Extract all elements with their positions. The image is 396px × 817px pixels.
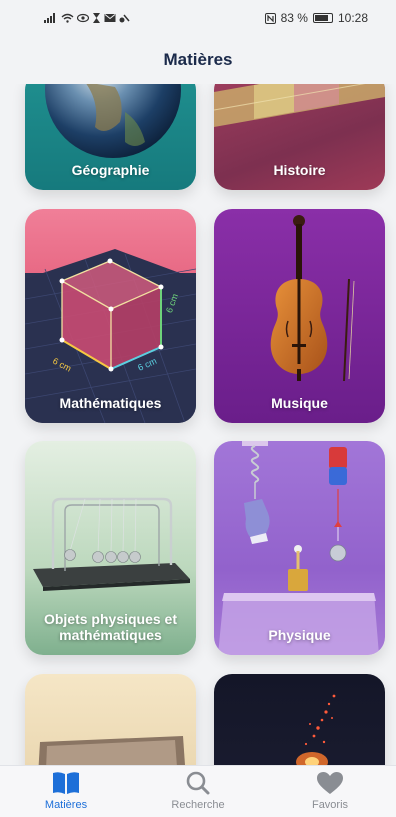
tab-label: Matières [44, 799, 88, 811]
subject-card-partial-left[interactable] [25, 674, 196, 765]
subjects-grid[interactable]: Géographie Histoire 6 cm 6 cm 6 cm Mathé… [0, 84, 396, 765]
status-bar: 83 % 10:28 [0, 0, 396, 36]
tab-label: Recherche [171, 799, 225, 811]
book-illustration [38, 736, 185, 765]
physics-illustration [218, 441, 379, 655]
subject-label: Géographie [71, 162, 150, 178]
subject-label: Objets physiques et mathématiques [43, 611, 178, 643]
subject-card-objets-physiques[interactable]: Objets physiques et mathématiques [25, 441, 196, 655]
tab-favoris[interactable]: Favoris [275, 770, 385, 811]
battery-icon [312, 13, 333, 23]
search-icon [186, 771, 210, 795]
notification-icon [119, 14, 130, 23]
heart-icon [317, 772, 343, 794]
subject-card-musique[interactable]: Musique [214, 209, 385, 423]
nfc-icon [264, 12, 276, 24]
cube-illustration: 6 cm 6 cm 6 cm [25, 249, 196, 423]
subject-card-physique[interactable]: Physique [214, 441, 385, 655]
status-right: 83 % 10:28 [264, 11, 368, 25]
page-title: Matières [163, 50, 233, 69]
hourglass-icon [93, 13, 100, 23]
tab-bar: Matières Recherche Favoris [0, 765, 396, 817]
subject-card-geographie[interactable]: Géographie [25, 84, 196, 190]
mail-icon [104, 14, 116, 22]
wifi-icon [61, 13, 74, 23]
subject-label: Histoire [273, 162, 326, 178]
subject-card-mathematiques[interactable]: 6 cm 6 cm 6 cm Mathématiques [25, 209, 196, 423]
violin-illustration [270, 215, 355, 382]
battery-percent: 83 % [280, 11, 308, 25]
signal-icon [44, 13, 55, 23]
status-icons [44, 13, 130, 23]
clock: 10:28 [337, 11, 368, 25]
tab-label: Favoris [311, 799, 349, 811]
sparks-illustration [296, 694, 336, 765]
subject-card-partial-right[interactable] [214, 674, 385, 765]
subject-label: Musique [271, 395, 328, 411]
tab-matieres[interactable]: Matières [11, 770, 121, 811]
eye-icon [77, 13, 89, 23]
subject-label: Mathématiques [59, 395, 162, 411]
tab-recherche[interactable]: Recherche [143, 770, 253, 811]
book-icon [53, 772, 79, 794]
subject-label: Physique [268, 627, 331, 643]
subject-card-histoire[interactable]: Histoire [214, 84, 385, 190]
navigation-header: Matières [0, 36, 396, 84]
